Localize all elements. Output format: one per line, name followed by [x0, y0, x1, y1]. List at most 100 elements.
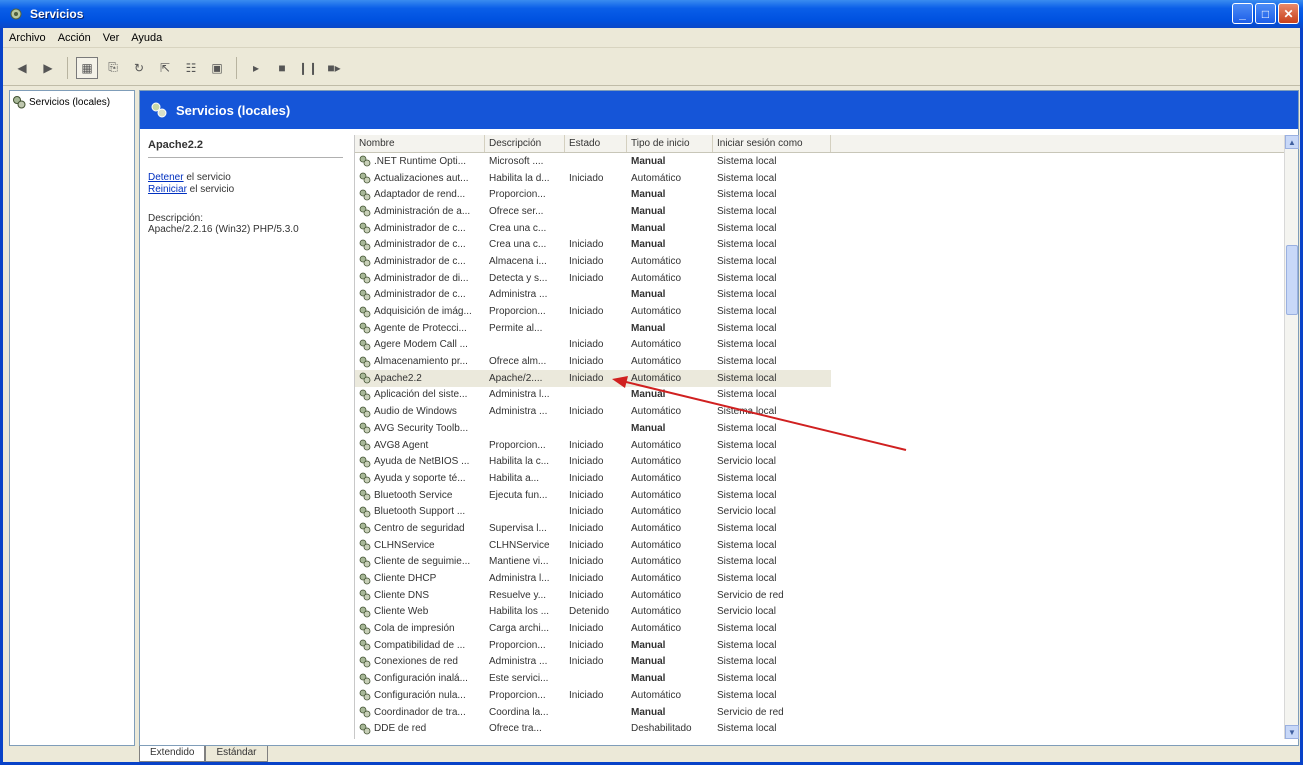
title-bar[interactable]: Servicios _ □ ✕	[0, 0, 1303, 28]
minimize-button[interactable]: _	[1232, 3, 1253, 24]
service-description-text: Habilita la c...	[489, 456, 550, 468]
export-list-icon[interactable]: ⇱	[154, 57, 176, 79]
service-name-text: CLHNService	[374, 539, 435, 551]
maximize-button[interactable]: □	[1255, 3, 1276, 24]
menu-archivo[interactable]: Archivo	[9, 32, 46, 44]
gear-icon	[359, 306, 371, 317]
table-row[interactable]: AVG Security Toolb... Manual Sistema local	[355, 420, 1286, 437]
stop-service-icon[interactable]: ■	[271, 57, 293, 79]
table-row[interactable]: Cliente Web Habilita los ... Detenido Autom…	[355, 604, 1286, 621]
table-row[interactable]: .NET Runtime Opti... Microsoft .... Manual…	[355, 153, 1286, 170]
service-status: Iniciado	[565, 239, 627, 250]
service-description: Microsoft ....	[485, 156, 565, 167]
service-description-text: CLHNService	[489, 539, 550, 551]
column-header-status[interactable]: Estado	[565, 135, 627, 152]
scrollbar-thumb[interactable]	[1286, 245, 1298, 315]
column-header-name[interactable]: Nombre	[355, 135, 485, 152]
service-log-on-as: Sistema local	[713, 440, 831, 451]
tab-standard[interactable]: Estándar	[205, 746, 268, 762]
table-row[interactable]: Ayuda y soporte té... Habilita a... Inicia…	[355, 470, 1286, 487]
service-name-text: Bluetooth Service	[374, 489, 453, 501]
show-tree-icon[interactable]: ▦	[76, 56, 98, 79]
restart-service-icon[interactable]: ■▸	[323, 57, 345, 79]
service-description: Proporcion...	[485, 189, 565, 200]
table-row[interactable]: Agente de Protecci... Permite al... Manual…	[355, 320, 1286, 337]
gear-icon	[359, 706, 371, 718]
start-service-icon[interactable]: ▸	[245, 57, 267, 79]
table-row[interactable]: Centro de seguridad Supervisa l... Iniciad…	[355, 520, 1286, 537]
stop-service-link[interactable]: Detener	[148, 172, 184, 183]
table-row[interactable]: AVG8 Agent Proporcion... Iniciado Automátic…	[355, 437, 1286, 454]
column-header-description[interactable]: Descripción	[485, 135, 565, 152]
forward-icon[interactable]: ▶	[37, 57, 59, 79]
service-startup-type-text: Automático	[631, 489, 682, 501]
table-row[interactable]: Cliente de seguimie... Mantiene vi... Inic…	[355, 554, 1286, 571]
service-name: CLHNService	[355, 539, 485, 551]
scroll-up-arrow-icon[interactable]: ▲	[1285, 135, 1299, 149]
vertical-scrollbar[interactable]: ▲ ▼	[1284, 135, 1299, 739]
service-name-text: Agente de Protecci...	[374, 322, 467, 334]
properties-icon[interactable]: ☷	[180, 57, 202, 79]
table-row[interactable]: Configuración nula... Proporcion... Inicia…	[355, 687, 1286, 704]
table-row[interactable]: Compatibilidad de ... Proporcion... Inicia…	[355, 637, 1286, 654]
table-row[interactable]: Adquisición de imág... Proporcion... Inici…	[355, 303, 1286, 320]
service-startup-type-text: Automático	[631, 306, 682, 318]
table-row-selected[interactable]: Apache2.2 Apache/2.... Iniciado Automático S…	[355, 369, 831, 387]
gear-icon	[359, 239, 371, 251]
table-row[interactable]: Actualizaciones aut... Habilita la d... In…	[355, 170, 1286, 187]
service-log-on-as: Servicio local	[713, 606, 831, 617]
table-row[interactable]: Administrador de c... Administra ... Manua…	[355, 287, 1286, 304]
table-row[interactable]: Configuración inalá... Este servici... Man…	[355, 670, 1286, 687]
table-row[interactable]: Administrador de c... Crea una c... Manual…	[355, 220, 1286, 237]
up-folder-icon[interactable]: ⎘	[102, 57, 124, 79]
table-row[interactable]: Agere Modem Call ... Iniciado Automático Si…	[355, 337, 1286, 354]
table-row[interactable]: Almacenamiento pr... Ofrece alm... Iniciad…	[355, 353, 1286, 370]
column-header-log-on-as[interactable]: Iniciar sesión como	[713, 135, 831, 152]
back-icon[interactable]: ◀	[11, 57, 33, 79]
service-startup-type: Automático	[627, 456, 713, 467]
help-icon[interactable]: ▣	[206, 57, 228, 79]
table-row[interactable]: CLHNService CLHNService Iniciado Automático…	[355, 537, 1286, 554]
table-row[interactable]: Cola de impresión Carga archi... Iniciado A…	[355, 620, 1286, 637]
scroll-down-arrow-icon[interactable]: ▼	[1285, 725, 1299, 739]
table-row[interactable]: Administrador de c... Crea una c... Inicia…	[355, 236, 1286, 253]
table-row[interactable]: Ayuda de NetBIOS ... Habilita la c... Inic…	[355, 453, 1286, 470]
restart-service-link[interactable]: Reiniciar	[148, 184, 187, 195]
table-row[interactable]: DDE de red Ofrece tra... Deshabilitado Sist…	[355, 720, 1286, 737]
menu-accion[interactable]: Acción	[58, 32, 91, 44]
service-description: Resuelve y...	[485, 590, 565, 601]
gear-icon	[359, 506, 371, 518]
service-log-on-as: Sistema local	[713, 690, 831, 701]
table-row[interactable]: Bluetooth Support ... Iniciado Automático S…	[355, 503, 1286, 520]
table-row[interactable]: Cliente DNS Resuelve y... Iniciado Automáti…	[355, 587, 1286, 604]
table-row[interactable]: Conexiones de red Administra ... Iniciado M…	[355, 654, 1286, 671]
service-name: Cliente DNS	[355, 589, 485, 601]
tree-item-services[interactable]: Servicios (locales)	[10, 91, 134, 113]
service-status-text: Iniciado	[569, 506, 604, 518]
tab-extended[interactable]: Extendido	[139, 746, 206, 762]
service-name: Audio de Windows	[355, 406, 485, 418]
table-row[interactable]: Cliente DHCP Administra l... Iniciado Autom…	[355, 570, 1286, 587]
close-button[interactable]: ✕	[1278, 3, 1299, 24]
refresh-icon[interactable]: ↻	[128, 57, 150, 79]
table-row[interactable]: Administrador de di... Detecta y s... Inic…	[355, 270, 1286, 287]
service-description-text: Habilita a...	[489, 472, 540, 484]
table-row[interactable]: Administración de a... Ofrece ser... Manua…	[355, 203, 1286, 220]
table-row[interactable]: Aplicación del siste... Administra l... Ma…	[355, 387, 1286, 404]
table-row[interactable]: Audio de Windows Administra ... Iniciado Au…	[355, 403, 1286, 420]
table-row[interactable]: Administrador de c... Almacena i... Inicia…	[355, 253, 1286, 270]
pause-service-icon[interactable]: ❙❙	[297, 57, 319, 79]
service-name: Adquisición de imág...	[355, 306, 485, 318]
column-header-startup-type[interactable]: Tipo de inicio	[627, 135, 713, 152]
table-row[interactable]: Adaptador de rend... Proporcion... Manual S…	[355, 186, 1286, 203]
service-description-text: Almacena i...	[489, 255, 547, 267]
menu-ver[interactable]: Ver	[103, 32, 120, 44]
service-startup-type-text: Manual	[631, 639, 666, 651]
service-log-on-as: Sistema local	[713, 540, 831, 551]
service-name: Compatibilidad de ...	[355, 639, 485, 651]
service-description: Administra l...	[485, 389, 565, 400]
table-row[interactable]: Coordinador de tra... Coordina la... Manua…	[355, 704, 1286, 721]
service-name-text: Centro de seguridad	[374, 522, 465, 534]
table-row[interactable]: Bluetooth Service Ejecuta fun... Iniciado A…	[355, 487, 1286, 504]
menu-ayuda[interactable]: Ayuda	[131, 32, 162, 44]
